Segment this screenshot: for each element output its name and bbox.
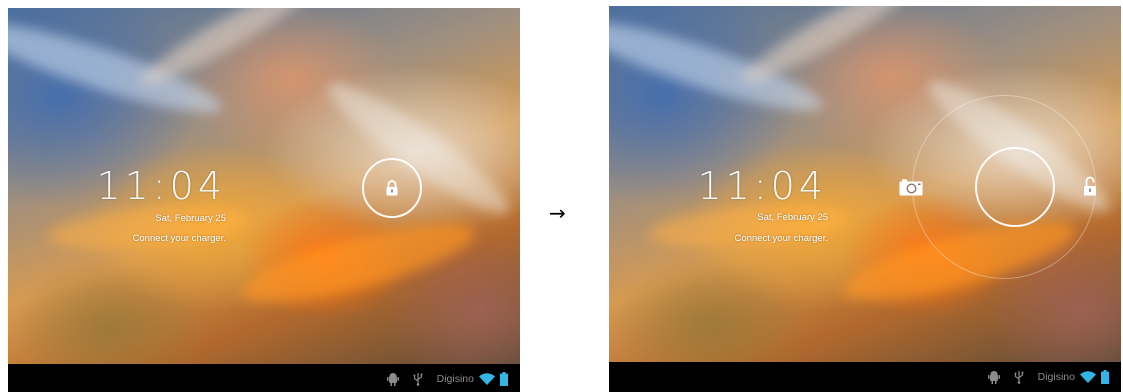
unlock-handle[interactable] [975, 147, 1055, 227]
status-area: Digisino [386, 370, 508, 388]
lockscreen-comparison: 11:04 Sat, February 25 Connect your char… [0, 0, 1123, 392]
status-right: Digisino [1038, 370, 1109, 384]
wallpaper [8, 8, 520, 364]
date-label: Sat, February 25 [757, 212, 828, 223]
android-debug-icon [386, 373, 399, 386]
clock: 11:04 [96, 164, 226, 208]
wifi-icon [1080, 371, 1096, 383]
status-right: Digisino [437, 372, 508, 386]
usb-icon [413, 373, 423, 386]
camera-icon[interactable] [899, 178, 923, 196]
charger-message: Connect your charger. [734, 233, 828, 244]
android-debug-icon [987, 371, 1000, 384]
battery-icon [1101, 370, 1109, 384]
lock-icon [386, 180, 398, 196]
usb-icon [1014, 371, 1024, 384]
date-label: Sat, February 25 [155, 213, 226, 224]
unlock-icon[interactable] [1083, 176, 1097, 196]
system-bar: Digisino [609, 362, 1121, 392]
clock: 11:04 [697, 164, 827, 208]
lockscreen-before: 11:04 Sat, February 25 Connect your char… [8, 8, 520, 392]
battery-icon [500, 372, 508, 386]
system-bar: Digisino [8, 364, 520, 392]
carrier-label: Digisino [436, 373, 474, 385]
transition-arrow: → [549, 201, 566, 225]
lockscreen-after: 11:04 Sat, February 25 Connect your char… [609, 6, 1121, 392]
wifi-icon [479, 373, 495, 385]
carrier-label: Digisino [1037, 371, 1075, 383]
charger-message: Connect your charger. [132, 233, 226, 244]
status-area: Digisino [987, 368, 1109, 386]
